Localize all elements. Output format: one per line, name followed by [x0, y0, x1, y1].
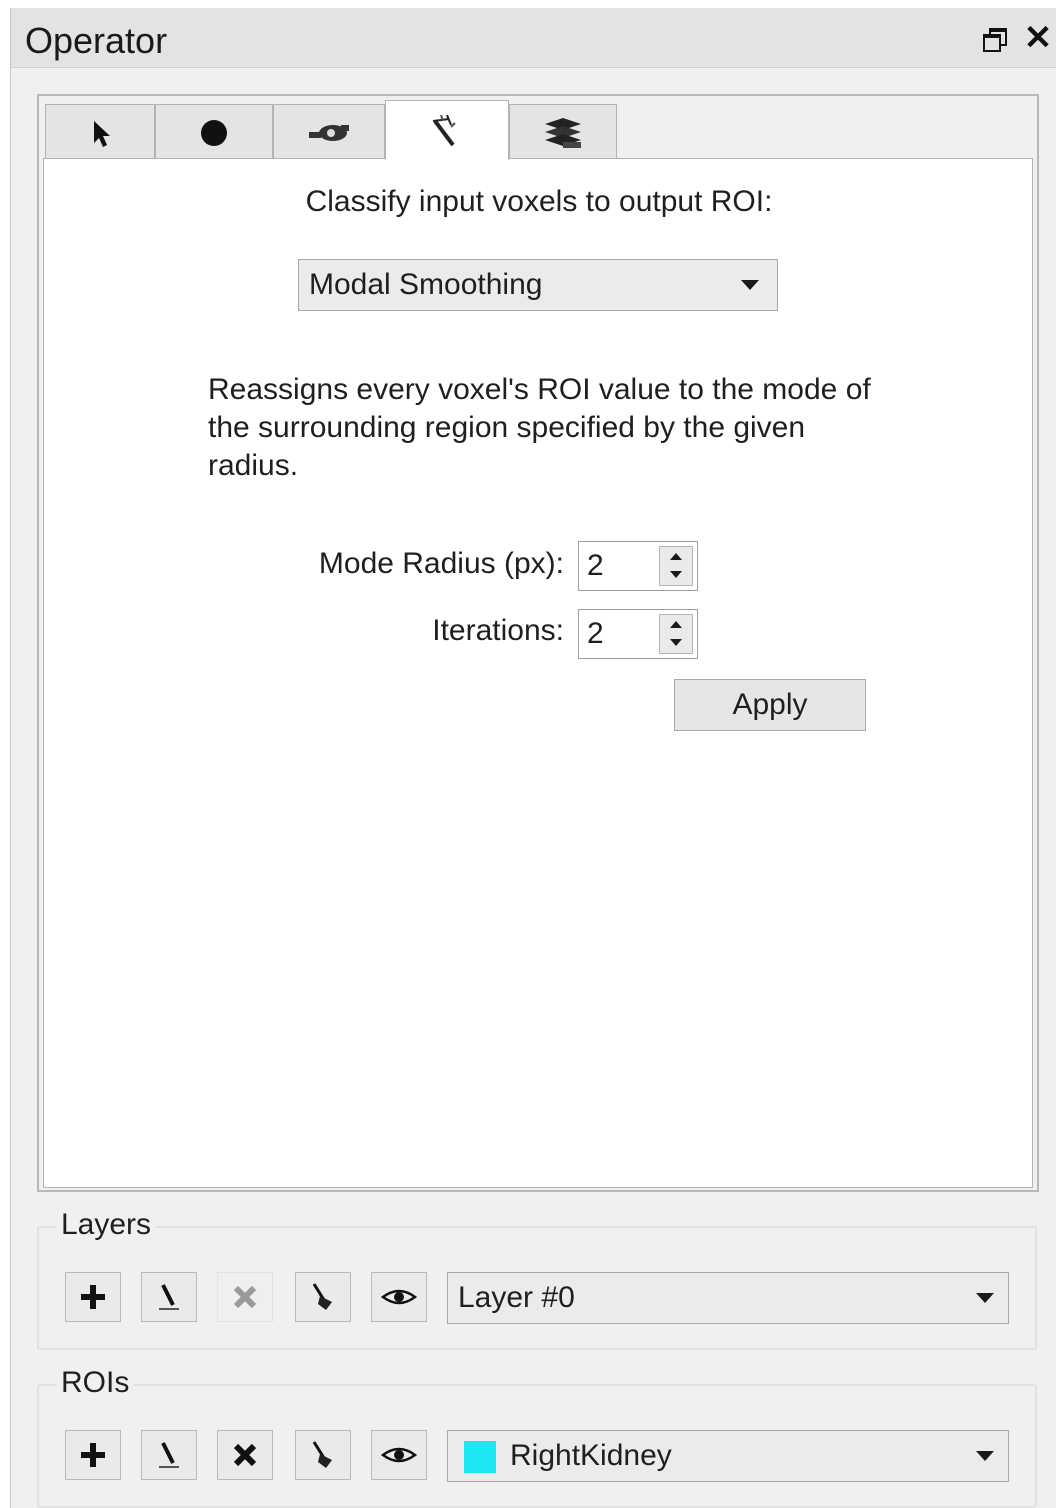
delete-layer-button[interactable]	[217, 1272, 273, 1322]
fill-roi-button[interactable]	[295, 1430, 351, 1480]
close-icon[interactable]: ✕	[1023, 21, 1053, 55]
edit-roi-button[interactable]	[141, 1430, 197, 1480]
roi-select[interactable]: RightKidney	[447, 1430, 1009, 1482]
toggle-layer-visibility-button[interactable]	[371, 1272, 427, 1322]
iterations-spinbox[interactable]: 2	[578, 609, 698, 659]
layer-select-value: Layer #0	[458, 1281, 575, 1314]
pointer-arrow-icon	[94, 120, 110, 147]
delete-icon	[233, 1285, 257, 1309]
chevron-down-icon	[976, 1293, 994, 1303]
edit-icon	[159, 1442, 179, 1468]
rois-group-label: ROIs	[57, 1366, 134, 1400]
brush-dot-icon	[201, 119, 227, 146]
classify-heading: Classify input voxels to output ROI:	[305, 185, 773, 218]
delete-icon	[233, 1443, 257, 1467]
toggle-roi-visibility-button[interactable]	[371, 1430, 427, 1480]
fill-layer-button[interactable]	[295, 1272, 351, 1322]
spin-down-icon[interactable]	[670, 571, 682, 578]
chevron-down-icon	[741, 280, 759, 290]
tab-pointer[interactable]	[45, 104, 155, 160]
roi-color-swatch	[464, 1441, 496, 1473]
iterations-stepper[interactable]	[659, 614, 693, 654]
operator-window: Operator ✕ Classify input voxels to outp…	[10, 8, 1056, 1508]
method-description: Reassigns every voxel's ROI value to the…	[208, 373, 871, 482]
fill-icon	[312, 1283, 332, 1310]
window-title: Operator	[25, 20, 168, 61]
roi-select-value: RightKidney	[510, 1439, 672, 1472]
fill-icon	[312, 1441, 332, 1468]
float-icon[interactable]	[981, 22, 1011, 54]
tool-tabs: Classify input voxels to output ROI: Mod…	[37, 94, 1039, 1192]
spin-down-icon[interactable]	[670, 639, 682, 646]
visibility-icon	[381, 1289, 417, 1305]
mode-radius-spinbox[interactable]: 2	[578, 541, 698, 591]
iterations-label: Iterations:	[432, 614, 564, 647]
add-icon	[81, 1285, 105, 1309]
tab-brush[interactable]	[155, 104, 273, 160]
tab-layers[interactable]	[509, 104, 617, 160]
iterations-value: 2	[587, 617, 604, 650]
spin-up-icon[interactable]	[670, 553, 682, 560]
chevron-down-icon	[976, 1451, 994, 1461]
add-icon	[81, 1443, 105, 1467]
mode-radius-label: Mode Radius (px):	[318, 547, 564, 580]
layer-select[interactable]: Layer #0	[447, 1272, 1009, 1324]
add-roi-button[interactable]	[65, 1430, 121, 1480]
tab-classify[interactable]	[385, 100, 509, 160]
method-dropdown-value: Modal Smoothing	[309, 268, 543, 301]
method-dropdown[interactable]: Modal Smoothing	[298, 259, 778, 311]
mode-radius-value: 2	[587, 549, 604, 582]
tab-roller[interactable]	[273, 104, 385, 160]
wand-icon	[432, 114, 456, 146]
mode-radius-stepper[interactable]	[659, 546, 693, 586]
title-bar: Operator ✕	[11, 8, 1056, 68]
classify-panel: Classify input voxels to output ROI: Mod…	[43, 158, 1033, 1188]
edit-layer-button[interactable]	[141, 1272, 197, 1322]
paint-roller-icon	[309, 124, 349, 141]
delete-roi-button[interactable]	[217, 1430, 273, 1480]
apply-button[interactable]: Apply	[674, 679, 866, 731]
layers-group-label: Layers	[57, 1208, 156, 1242]
layers-stack-icon	[545, 117, 581, 148]
add-layer-button[interactable]	[65, 1272, 121, 1322]
visibility-icon	[381, 1447, 417, 1463]
edit-icon	[159, 1284, 179, 1310]
spin-up-icon[interactable]	[670, 621, 682, 628]
